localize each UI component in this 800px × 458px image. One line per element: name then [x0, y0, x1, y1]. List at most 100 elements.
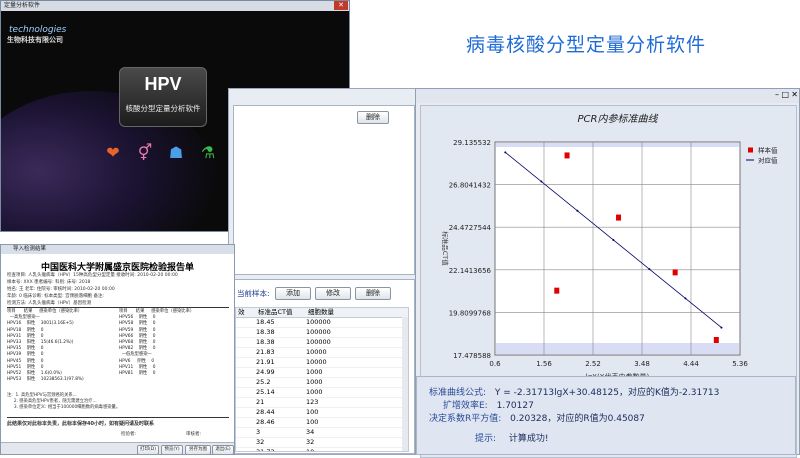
row-ct: 28.44	[256, 408, 275, 416]
fit-line-point	[504, 151, 507, 154]
table-row[interactable]: 21.83 10000	[236, 348, 408, 358]
table-row[interactable]: 18.38 100000	[236, 338, 408, 348]
result-panel: 标准曲线公式: Y = -2.31713lgX+30.48125，对应的K值为-…	[416, 376, 796, 455]
top-band	[496, 143, 739, 147]
reviewer-label: 审核者:	[186, 432, 202, 437]
y-tick-label: 29.135532	[453, 139, 491, 147]
equation-row: 标准曲线公式: Y = -2.31713lgX+30.48125，对应的K值为-…	[429, 385, 719, 398]
report-line: 检查项目: 人乳头瘤病毒（HPV）15种高危型分型定量 接收时间: 2010-0…	[7, 273, 178, 278]
row-index	[236, 398, 256, 407]
equation-label: 标准曲线公式:	[429, 388, 487, 398]
fit-line-point	[576, 209, 579, 212]
table-row[interactable]: 21 123	[236, 398, 408, 408]
legend-label: 对应值	[758, 156, 778, 165]
sample-point	[713, 336, 719, 343]
tip-row: 提示: 计算成功!	[475, 431, 549, 444]
legend-label: 样本值	[758, 146, 778, 155]
row-ct: 25.2	[256, 378, 271, 386]
sample-point	[616, 214, 622, 221]
row-index	[236, 418, 256, 427]
equation-value: Y = -2.31713lgX+30.48125，对应的K值为-2.31713	[494, 388, 720, 398]
row-ct: 18.38	[256, 338, 275, 346]
add-button[interactable]: 添加	[275, 287, 311, 300]
report-line: 样本号: XXX 患者编号: 科别: 床号: 2018	[7, 280, 91, 285]
preview-button[interactable]: 预览(Y)	[161, 445, 183, 454]
row-count: 100	[306, 418, 319, 426]
row-index	[236, 368, 256, 377]
table-row[interactable]: 21.91 10000	[236, 358, 408, 368]
delete-top-button[interactable]: 删除	[357, 111, 389, 124]
modify-button[interactable]: 修改	[315, 287, 351, 300]
table-row[interactable]: 32 32	[236, 438, 408, 448]
doctor-icon[interactable]: ☗	[166, 144, 186, 162]
y-tick-label: 26.8041432	[449, 182, 491, 190]
report-footer-note: 此结果仅对此标本负责，此标本保存40小时，如有疑问请及时联系	[7, 421, 154, 427]
table-header: 效 标准品CT值 细胞数量	[236, 308, 408, 318]
fit-line-point	[684, 297, 687, 300]
delete-button[interactable]: 删除	[355, 287, 391, 300]
close-icon[interactable]: ✕	[334, 1, 348, 10]
report-titlebar: 导入检测结果	[1, 245, 234, 254]
table-row[interactable]: 18.38 100000	[236, 328, 408, 338]
table-row[interactable]: 18.45 100000	[236, 318, 408, 328]
row-count: 10000	[306, 358, 327, 366]
row-count: 32	[306, 438, 315, 446]
table-row[interactable]: 25.2 1000	[236, 378, 408, 388]
divider	[7, 307, 229, 308]
row-count: 1000	[306, 378, 323, 386]
row-ct: 21	[256, 398, 265, 406]
top-panel	[233, 105, 415, 275]
x-tick-label: 2.52	[585, 360, 601, 368]
microscope-icon[interactable]: ⚗	[198, 144, 218, 162]
print-button[interactable]: 打印(D)	[137, 445, 159, 454]
row-ct: 31.73	[256, 448, 275, 452]
standard-entry-window: 删除 当前样本: 添加 修改 删除 效 标准品CT值 细胞数量 18.45 100…	[228, 88, 418, 455]
y-tick-label: 19.8099768	[449, 309, 491, 317]
heart-icon[interactable]: ❤	[103, 144, 123, 162]
header-index: 效	[238, 308, 245, 316]
product-logo: HPV 核酸分型定量分析软件	[119, 67, 207, 127]
header-ct: 标准品CT值	[258, 308, 293, 316]
x-tick-label: 4.44	[683, 360, 699, 368]
y-axis-label: 标准品CT值	[441, 231, 450, 266]
row-count: 10	[306, 448, 315, 452]
brand-cn: 生物科技有限公司	[7, 36, 63, 44]
row-index	[236, 378, 256, 387]
save-image-button[interactable]: 另存为图(S)	[185, 445, 211, 454]
r2-value: 0.20328，对应的R值为0.45087	[510, 414, 645, 424]
x-tick-label: 0.6	[489, 360, 501, 368]
row-index	[236, 348, 256, 357]
table-row[interactable]: 28.46 100	[236, 418, 408, 428]
table-row[interactable]: 25.14 1000	[236, 388, 408, 398]
table-body: 18.45 100000 18.38 100000 18.38 100000 21.83 10…	[236, 318, 408, 452]
row-count: 100000	[306, 338, 331, 346]
product-name: HPV	[144, 74, 182, 94]
close-icon[interactable]: ✕	[791, 90, 798, 99]
chart-title: PCR内参标准曲线	[578, 113, 659, 125]
report-line: 年龄: 0 临床诊断: 标本类型: 宫颈脱落细胞 备注:	[7, 294, 105, 299]
row-index	[236, 408, 256, 417]
table-row[interactable]: 3 34	[236, 428, 408, 438]
table-row[interactable]: 31.73 10	[236, 448, 408, 452]
page-heading: 病毒核酸分型定量分析软件	[466, 34, 707, 56]
table-row[interactable]: 28.44 100	[236, 408, 408, 418]
maximize-icon[interactable]: □	[781, 90, 789, 99]
r2-row: 决定系数R平方值: 0.20328，对应的R值为0.45087	[429, 411, 645, 424]
y-tick-label: 17.478588	[453, 352, 491, 360]
minimize-icon[interactable]: –	[775, 90, 779, 99]
row-index	[236, 328, 256, 337]
row-index	[236, 388, 256, 397]
gender-icon[interactable]: ⚥	[135, 144, 155, 162]
row-index	[236, 428, 256, 437]
exit-button[interactable]: 退出(E)	[212, 445, 234, 454]
row-ct: 28.46	[256, 418, 275, 426]
table-row[interactable]: 24.99 1000	[236, 368, 408, 378]
fit-line-point	[612, 238, 615, 241]
row-index	[236, 338, 256, 347]
scrollbar[interactable]	[402, 317, 408, 451]
checker-label: 检验者:	[121, 432, 137, 437]
fit-line-point	[648, 268, 651, 271]
row-ct: 24.99	[256, 368, 275, 376]
report-notes: 注: 1. 高危型HPV与宫颈癌的关系... 2. 感染高危型HPV患者，随无需…	[7, 393, 121, 411]
standard-table[interactable]: 效 标准品CT值 细胞数量 18.45 100000 18.38 100000 18.3…	[235, 307, 409, 452]
